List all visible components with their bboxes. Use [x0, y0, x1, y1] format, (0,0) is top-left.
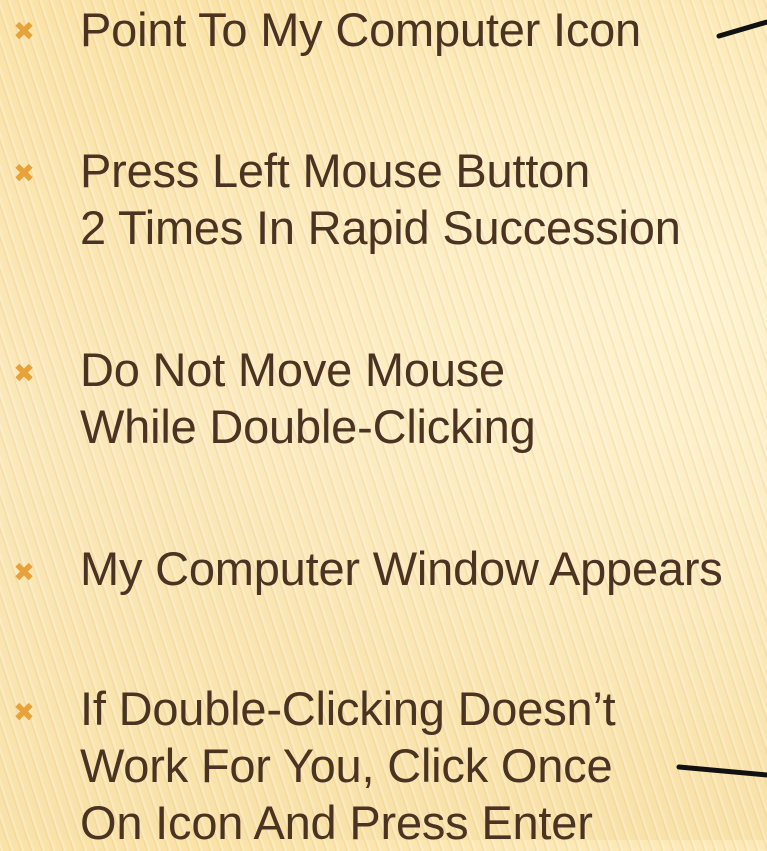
- x-bullet-icon: ✖: [13, 697, 35, 727]
- bullet-line: Do Not Move Mouse: [80, 343, 505, 396]
- bullet-line: My Computer Window Appears: [80, 542, 723, 595]
- bullet-text: Press Left Mouse Button 2 Times In Rapid…: [80, 142, 681, 256]
- x-bullet-icon: ✖: [13, 158, 35, 188]
- bullet-line: On Icon And Press Enter: [80, 796, 593, 849]
- bullet-line: 2 Times In Rapid Succession: [80, 201, 681, 254]
- bullet-text: My Computer Window Appears: [80, 540, 723, 597]
- x-bullet-icon: ✖: [13, 557, 35, 587]
- bullet-text: Do Not Move Mouse While Double-Clicking: [80, 341, 536, 455]
- bullet-text: Point To My Computer Icon: [80, 1, 641, 58]
- x-bullet-icon: ✖: [13, 16, 35, 46]
- callout-line-top: [716, 19, 767, 39]
- bullet-text: If Double-Clicking Doesn’t Work For You,…: [80, 680, 616, 851]
- callout-line-bottom: [676, 764, 767, 778]
- bullet-line: Work For You, Click Once: [80, 739, 613, 792]
- bullet-line: If Double-Clicking Doesn’t: [80, 682, 616, 735]
- slide: ✖ Point To My Computer Icon ✖ Press Left…: [0, 0, 767, 849]
- x-bullet-icon: ✖: [13, 358, 35, 388]
- bullet-line: While Double-Clicking: [80, 400, 536, 453]
- bullet-line: Point To My Computer Icon: [80, 3, 641, 56]
- bullet-line: Press Left Mouse Button: [80, 144, 591, 197]
